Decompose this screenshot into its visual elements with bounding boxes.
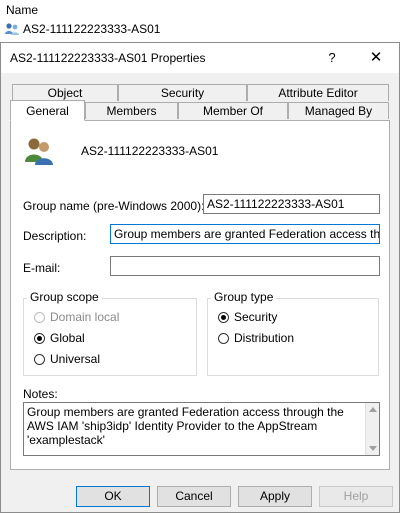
group-scope-legend: Group scope [27, 290, 102, 304]
general-tab-panel: AS2-111122223333-AS01 Group name (pre-Wi… [10, 120, 390, 470]
description-label: Description: [23, 229, 87, 243]
radio-security[interactable]: Security [218, 310, 277, 324]
notes-scrollbar[interactable] [365, 403, 379, 455]
group-type-legend: Group type [211, 290, 277, 304]
list-item-label: AS2-111122223333-AS01 [23, 22, 161, 36]
radio-label: Domain local [50, 310, 120, 324]
close-button[interactable]: ✕ [361, 48, 391, 68]
tab-object[interactable]: Object [12, 84, 118, 101]
radio-circle [34, 311, 45, 323]
cancel-button[interactable]: Cancel [157, 486, 231, 507]
notes-text: Group members are granted Federation acc… [27, 405, 344, 447]
notes-textarea[interactable]: Group members are granted Federation acc… [23, 402, 380, 456]
scroll-down-icon[interactable] [369, 446, 377, 451]
radio-label: Distribution [234, 331, 295, 345]
tab-managed-by[interactable]: Managed By [288, 102, 389, 119]
radio-circle [34, 353, 45, 365]
dialog-title: AS2-111122223333-AS01 Properties [10, 51, 206, 65]
tab-attribute-editor[interactable]: Attribute Editor [247, 84, 389, 101]
group-icon [25, 138, 53, 165]
group-icon [5, 23, 19, 35]
list-item[interactable]: AS2-111122223333-AS01 [4, 22, 160, 36]
tab-security[interactable]: Security [118, 84, 247, 101]
radio-distribution[interactable]: Distribution [218, 331, 294, 345]
ok-button[interactable]: OK [76, 486, 150, 507]
radio-circle [218, 311, 229, 323]
radio-circle [218, 332, 229, 344]
help-button[interactable]: Help [319, 486, 393, 507]
tab-members[interactable]: Members [85, 102, 178, 119]
properties-dialog: AS2-111122223333-AS01 Properties ? ✕ Obj… [0, 42, 400, 513]
tab-general[interactable]: General [10, 100, 85, 121]
group-name-field[interactable]: AS2-111122223333-AS01 [203, 194, 380, 214]
scroll-up-icon[interactable] [369, 407, 377, 412]
radio-global[interactable]: Global [34, 331, 85, 345]
radio-label: Universal [50, 352, 101, 366]
radio-label: Global [50, 331, 85, 345]
name-column-header[interactable]: Name [6, 3, 38, 17]
email-field[interactable] [110, 256, 380, 276]
radio-universal[interactable]: Universal [34, 352, 100, 366]
radio-domain-local[interactable]: Domain local [34, 310, 119, 324]
help-question-button[interactable]: ? [319, 48, 345, 68]
radio-circle [34, 332, 45, 344]
description-field[interactable]: Group members are granted Federation acc… [110, 224, 380, 244]
radio-label: Security [234, 310, 278, 324]
notes-label: Notes: [23, 387, 58, 401]
group-name-label: Group name (pre-Windows 2000): [23, 199, 205, 213]
email-label: E-mail: [23, 261, 61, 275]
group-display-name: AS2-111122223333-AS01 [81, 144, 219, 158]
tab-member-of[interactable]: Member Of [178, 102, 288, 119]
apply-button[interactable]: Apply [238, 486, 312, 507]
